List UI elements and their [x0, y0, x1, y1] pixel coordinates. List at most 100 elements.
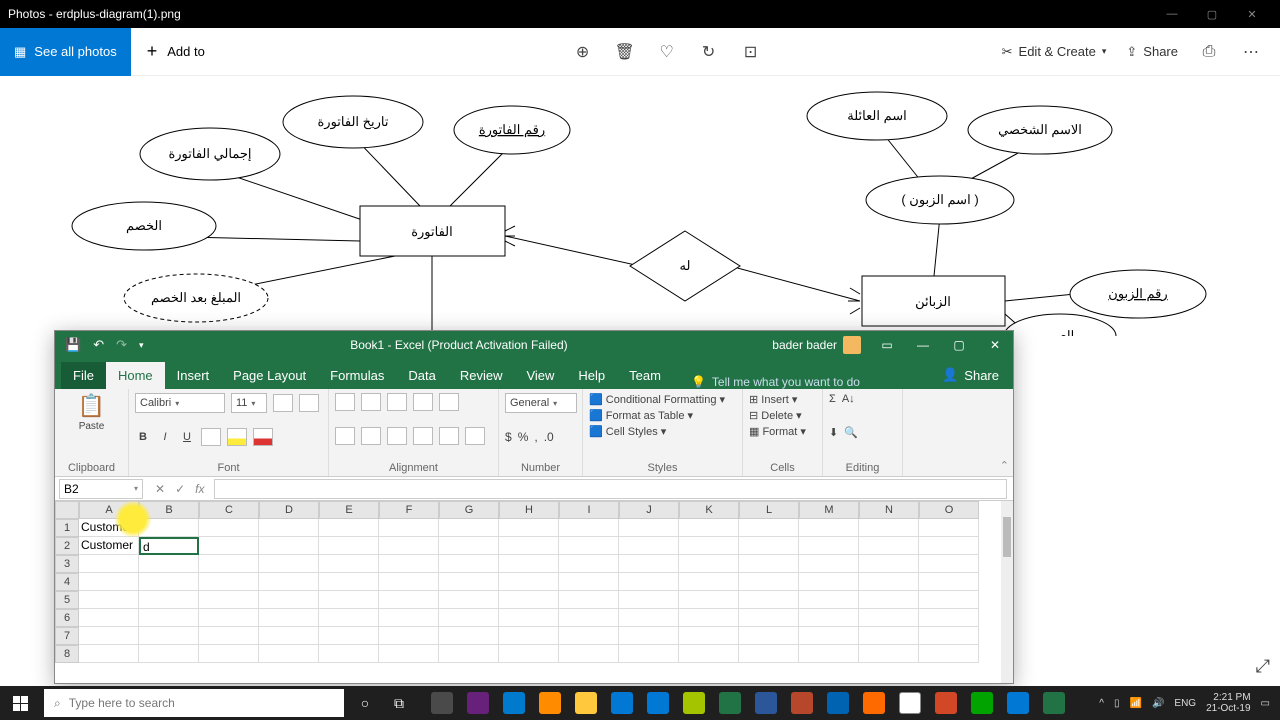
taskbar-app[interactable]	[1000, 686, 1036, 720]
fill-icon[interactable]: ⬇	[829, 426, 838, 439]
delete-icon[interactable]: 🗑	[604, 42, 646, 62]
taskbar-app[interactable]	[712, 686, 748, 720]
align-center-icon[interactable]	[361, 427, 381, 445]
col-header[interactable]: F	[379, 501, 439, 519]
start-button[interactable]	[0, 686, 40, 720]
close-icon[interactable]: ✕	[1232, 8, 1272, 21]
taskbar-app[interactable]	[496, 686, 532, 720]
increase-indent-icon[interactable]	[439, 427, 459, 445]
cell[interactable]	[499, 519, 559, 537]
cell[interactable]	[679, 627, 739, 645]
row-header[interactable]: 5	[55, 591, 79, 609]
cell-styles-button[interactable]: 🟦 Cell Styles ▾	[589, 425, 736, 438]
taskbar-app[interactable]	[1036, 686, 1072, 720]
taskbar-app[interactable]	[604, 686, 640, 720]
cell[interactable]	[499, 627, 559, 645]
col-header[interactable]: I	[559, 501, 619, 519]
find-icon[interactable]: 🔍	[844, 426, 858, 439]
excel-maximize-icon[interactable]: ▢	[941, 338, 977, 352]
cell[interactable]: Customer	[79, 537, 139, 555]
cell[interactable]	[379, 519, 439, 537]
cell[interactable]	[859, 627, 919, 645]
currency-icon[interactable]: $	[505, 430, 512, 444]
autosum-icon[interactable]: Σ	[829, 393, 836, 405]
font-name-dropdown[interactable]: Calibri▾	[135, 393, 225, 413]
cell[interactable]	[79, 555, 139, 573]
col-header[interactable]: H	[499, 501, 559, 519]
cell[interactable]	[859, 573, 919, 591]
cell[interactable]	[499, 555, 559, 573]
taskbar-app[interactable]	[532, 686, 568, 720]
cell[interactable]	[259, 609, 319, 627]
row-header[interactable]: 6	[55, 609, 79, 627]
cell[interactable]	[559, 537, 619, 555]
increase-font-icon[interactable]	[273, 394, 293, 412]
cell[interactable]	[379, 609, 439, 627]
cell[interactable]	[799, 573, 859, 591]
font-color-icon[interactable]	[253, 428, 273, 446]
taskbar-app[interactable]	[856, 686, 892, 720]
orientation-icon[interactable]	[413, 393, 433, 411]
cell[interactable]	[739, 627, 799, 645]
cell[interactable]	[199, 573, 259, 591]
cell[interactable]	[499, 537, 559, 555]
cell[interactable]	[139, 627, 199, 645]
cell[interactable]	[319, 591, 379, 609]
cell[interactable]	[499, 573, 559, 591]
tab-help[interactable]: Help	[566, 362, 617, 389]
cell[interactable]	[199, 555, 259, 573]
save-icon[interactable]: 💾	[65, 337, 81, 353]
cell[interactable]	[319, 537, 379, 555]
cell[interactable]	[139, 609, 199, 627]
taskbar-app[interactable]	[640, 686, 676, 720]
cell[interactable]	[559, 519, 619, 537]
fill-color-icon[interactable]	[227, 428, 247, 446]
cell[interactable]	[79, 609, 139, 627]
cell[interactable]	[799, 645, 859, 663]
tab-file[interactable]: File	[61, 362, 106, 389]
cell[interactable]	[499, 609, 559, 627]
rotate-icon[interactable]: ↻	[688, 42, 730, 62]
cell[interactable]	[799, 591, 859, 609]
cell[interactable]	[619, 537, 679, 555]
select-all-corner[interactable]	[55, 501, 79, 519]
cell[interactable]	[139, 519, 199, 537]
expand-icon[interactable]: ⤢	[1256, 656, 1270, 677]
tab-formulas[interactable]: Formulas	[318, 362, 396, 389]
cell[interactable]	[439, 555, 499, 573]
cell[interactable]: Customer	[79, 519, 139, 537]
taskbar-app[interactable]	[748, 686, 784, 720]
cell[interactable]	[559, 627, 619, 645]
taskbar-app[interactable]	[964, 686, 1000, 720]
align-bottom-icon[interactable]	[387, 393, 407, 411]
cell[interactable]	[259, 591, 319, 609]
row-header[interactable]: 4	[55, 573, 79, 591]
cell[interactable]	[859, 591, 919, 609]
tellme-search[interactable]: 💡 Tell me what you want to do	[673, 375, 928, 389]
insert-cells-button[interactable]: ⊞ Insert ▾	[749, 393, 816, 406]
cell[interactable]	[259, 645, 319, 663]
format-cells-button[interactable]: ▦ Format ▾	[749, 425, 816, 438]
cell[interactable]	[919, 555, 979, 573]
cell[interactable]	[319, 555, 379, 573]
col-header[interactable]: A	[79, 501, 139, 519]
cell[interactable]	[79, 627, 139, 645]
cell[interactable]	[199, 627, 259, 645]
taskbar-app[interactable]	[784, 686, 820, 720]
cell[interactable]	[439, 591, 499, 609]
vertical-scrollbar[interactable]	[1001, 501, 1013, 683]
cell[interactable]	[199, 519, 259, 537]
cell[interactable]	[259, 627, 319, 645]
font-size-dropdown[interactable]: 11▾	[231, 393, 267, 413]
col-header[interactable]: M	[799, 501, 859, 519]
cell[interactable]	[679, 519, 739, 537]
taskbar-app[interactable]	[568, 686, 604, 720]
align-top-icon[interactable]	[335, 393, 355, 411]
cell[interactable]	[919, 609, 979, 627]
row-header[interactable]: 3	[55, 555, 79, 573]
col-header[interactable]: L	[739, 501, 799, 519]
cell[interactable]	[439, 627, 499, 645]
border-icon[interactable]	[201, 428, 221, 446]
cell[interactable]	[319, 627, 379, 645]
taskbar-app[interactable]	[424, 686, 460, 720]
